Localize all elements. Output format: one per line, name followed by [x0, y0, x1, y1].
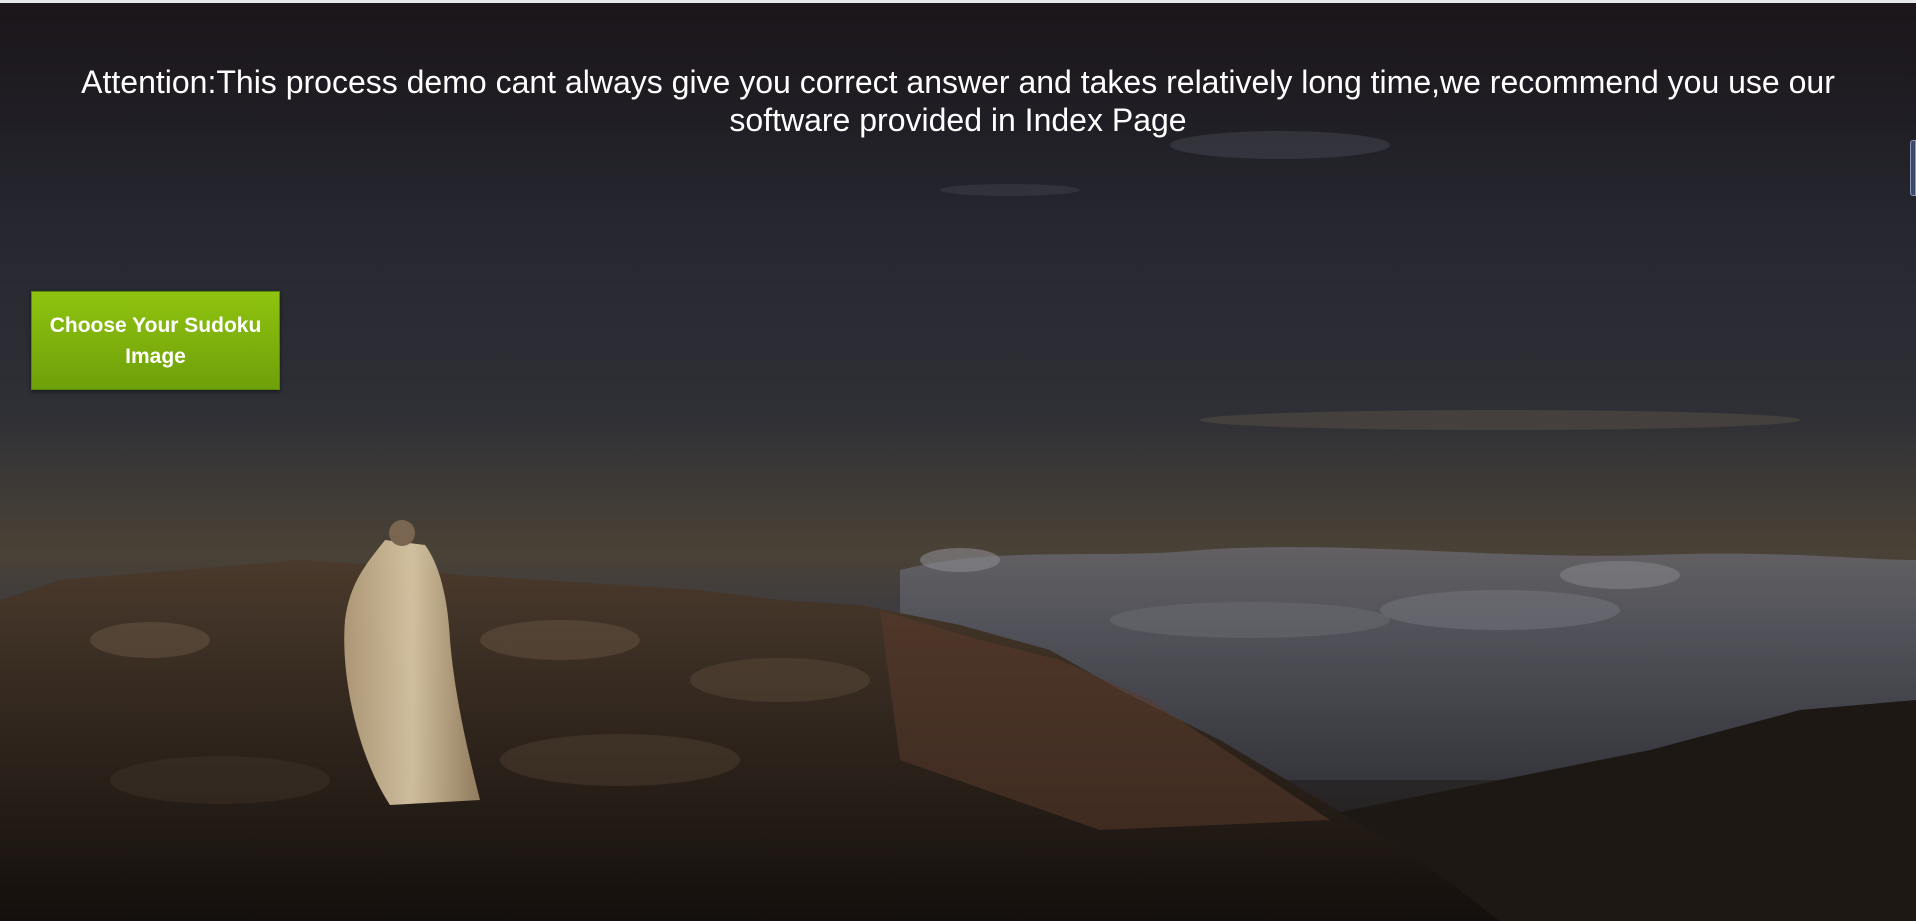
browser-top-edge — [0, 0, 1916, 3]
attention-notice-line-2: software provided in Index Page — [729, 102, 1187, 138]
choose-sudoku-image-button[interactable]: Choose Your Sudoku Image — [31, 291, 280, 390]
side-tab-handle[interactable] — [1910, 140, 1916, 196]
attention-notice: Attention:This process demo cant always … — [0, 63, 1916, 139]
attention-notice-line-1: Attention:This process demo cant always … — [81, 64, 1835, 100]
choose-sudoku-image-label: Choose Your Sudoku Image — [49, 313, 262, 368]
page: Attention:This process demo cant always … — [0, 0, 1916, 921]
